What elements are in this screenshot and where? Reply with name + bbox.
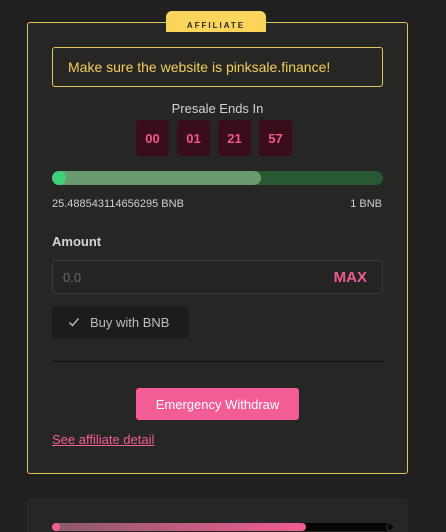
- affiliate-ribbon-label: AFFILIATE: [186, 21, 246, 30]
- max-button[interactable]: MAX: [334, 269, 367, 286]
- next-card-progress-start-dot: [52, 523, 60, 531]
- buy-with-bnb-label: Buy with BNB: [90, 314, 170, 330]
- next-card-progress-bar: [52, 523, 390, 531]
- divider: [52, 361, 383, 362]
- website-warning: Make sure the website is pinksale.financ…: [52, 47, 383, 87]
- amount-field: MAX: [52, 260, 383, 294]
- emergency-withdraw-label: Emergency Withdraw: [155, 396, 280, 412]
- next-card-progress-fill: [52, 523, 306, 531]
- presale-progress-bar: [52, 171, 383, 185]
- countdown-hours: 01: [177, 120, 210, 156]
- countdown-minutes: 21: [218, 120, 251, 156]
- amount-input[interactable]: [63, 261, 303, 293]
- presale-progress-fill: [52, 171, 261, 185]
- buy-with-bnb-button[interactable]: Buy with BNB: [52, 306, 189, 338]
- affiliate-ribbon: AFFILIATE: [166, 11, 266, 32]
- countdown: 00 01 21 57: [136, 120, 292, 156]
- presale-progress-knob: [52, 171, 66, 185]
- countdown-days: 00: [136, 120, 169, 156]
- hard-cap: 1 BNB: [350, 198, 382, 210]
- page: AFFILIATE Make sure the website is pinks…: [0, 0, 446, 532]
- website-warning-text: Make sure the website is pinksale.financ…: [68, 59, 331, 75]
- check-icon: [69, 318, 80, 327]
- next-card-progress-end-dot: [386, 523, 394, 531]
- amount-label: Amount: [52, 234, 102, 249]
- raised-amount: 25.488543114656295 BNB: [52, 198, 184, 210]
- presale-ends-label: Presale Ends In: [171, 101, 264, 116]
- emergency-withdraw-button[interactable]: Emergency Withdraw: [136, 388, 299, 420]
- countdown-seconds: 57: [259, 120, 292, 156]
- affiliate-detail-link[interactable]: See affiliate detail: [52, 432, 154, 447]
